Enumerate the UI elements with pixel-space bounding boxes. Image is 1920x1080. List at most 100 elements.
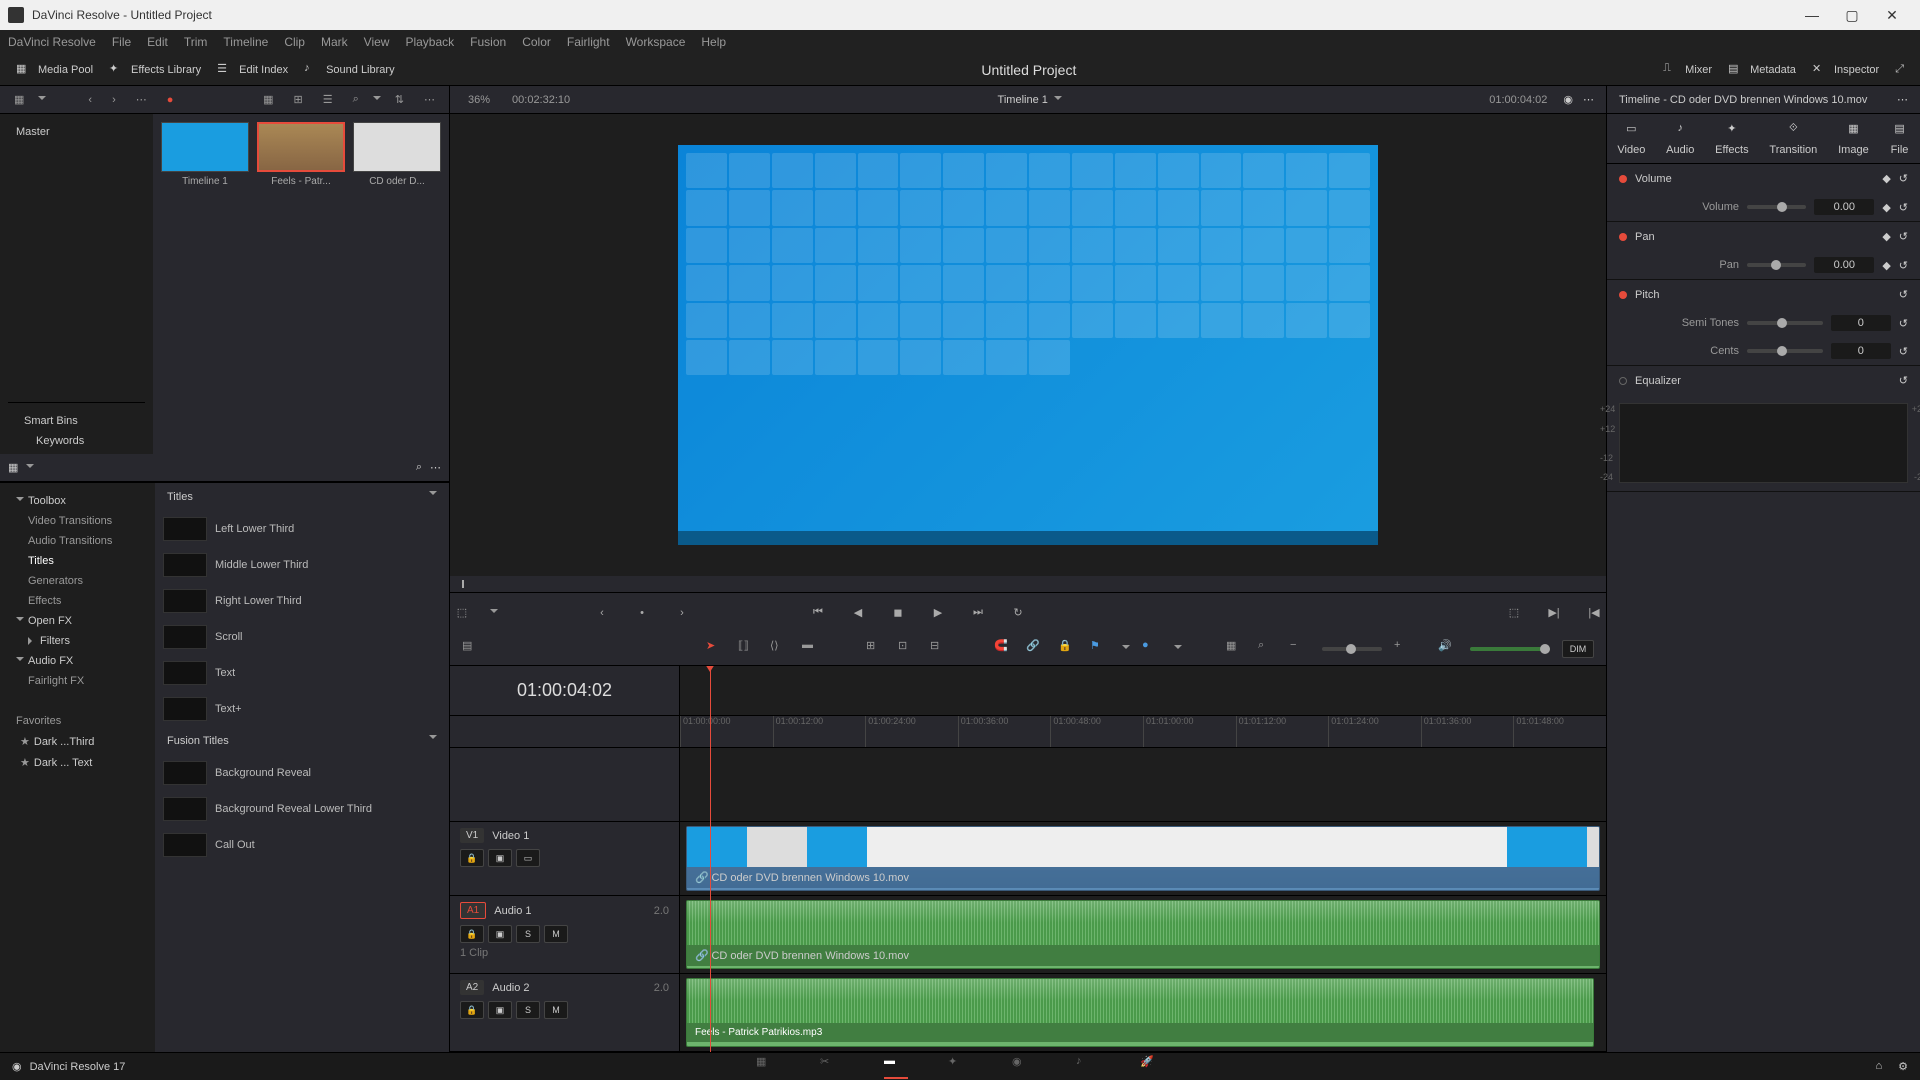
- title-item[interactable]: Background Reveal Lower Third: [155, 791, 449, 827]
- clip-item[interactable]: CD oder D...: [353, 122, 441, 187]
- inspector-toggle[interactable]: ✕Inspector: [1804, 58, 1887, 82]
- fx-filters[interactable]: Filters: [8, 631, 147, 651]
- timeline-view-icon[interactable]: ▤: [462, 639, 482, 659]
- bin-keywords[interactable]: Keywords: [16, 431, 137, 451]
- menu-trim[interactable]: Trim: [184, 35, 208, 49]
- chevron-down-icon[interactable]: [1054, 96, 1062, 104]
- audio-track-header[interactable]: A2Audio 22.0 🔒▣SM: [450, 974, 679, 1052]
- go-end-button[interactable]: ⏭: [966, 601, 990, 625]
- audio-clip[interactable]: 🔗 CD oder DVD brennen Windows 10.mov: [686, 900, 1600, 969]
- chevron-down-icon[interactable]: [490, 609, 498, 617]
- loop-button[interactable]: ↻: [1006, 601, 1030, 625]
- sort-icon[interactable]: ⇅: [389, 91, 410, 108]
- timeline-name[interactable]: Timeline 1: [998, 94, 1048, 106]
- title-item[interactable]: Right Lower Third: [155, 583, 449, 619]
- minimize-button[interactable]: —: [1792, 0, 1832, 30]
- fx-toolbox[interactable]: Toolbox: [8, 491, 147, 511]
- blade-tool[interactable]: ▬: [802, 639, 822, 659]
- insert-tool[interactable]: ⊞: [866, 639, 886, 659]
- lock-icon[interactable]: 🔒: [460, 849, 484, 867]
- marker-nav-icon[interactable]: •: [630, 601, 654, 625]
- search-icon[interactable]: ⌕: [1258, 639, 1278, 659]
- smart-bins-header[interactable]: Smart Bins: [16, 411, 137, 431]
- maximize-button[interactable]: ▢: [1832, 0, 1872, 30]
- program-viewer[interactable]: [450, 114, 1606, 576]
- menu-timeline[interactable]: Timeline: [223, 35, 268, 49]
- zoom-slider[interactable]: [1322, 647, 1382, 651]
- menu-clip[interactable]: Clip: [284, 35, 305, 49]
- inspector-tab-video[interactable]: ▭Video: [1617, 122, 1645, 156]
- reset-icon[interactable]: ↺: [1899, 317, 1908, 330]
- lock-icon[interactable]: 🔒: [460, 925, 484, 943]
- keyframe-icon[interactable]: ◆: [1882, 259, 1890, 272]
- flag-tool[interactable]: ⚑: [1090, 639, 1110, 659]
- chevron-down-icon[interactable]: [1122, 645, 1130, 653]
- reset-icon[interactable]: ↺: [1899, 230, 1908, 243]
- go-start-button[interactable]: ⏮: [806, 601, 830, 625]
- fx-effects[interactable]: Effects: [8, 591, 147, 611]
- panel-layout-icon[interactable]: ▦: [8, 461, 18, 474]
- mute-button[interactable]: M: [544, 925, 568, 943]
- prev-edit-icon[interactable]: ‹: [590, 601, 614, 625]
- prev-clip-icon[interactable]: |◀: [1582, 601, 1606, 625]
- nav-back[interactable]: ‹: [82, 92, 98, 108]
- options-icon[interactable]: ⋯: [418, 91, 441, 108]
- chevron-down-icon[interactable]: [38, 96, 46, 104]
- fx-audiofx[interactable]: Audio FX: [8, 651, 147, 671]
- replace-tool[interactable]: ⊟: [930, 639, 950, 659]
- dynamic-trim-tool[interactable]: ⟨⟩: [770, 639, 790, 659]
- viewer-zoom[interactable]: 36%: [462, 92, 496, 108]
- title-item[interactable]: Middle Lower Third: [155, 547, 449, 583]
- playhead[interactable]: [710, 666, 711, 1052]
- menu-playback[interactable]: Playback: [405, 35, 454, 49]
- zoom-in-icon[interactable]: +: [1394, 639, 1414, 659]
- cents-value[interactable]: 0: [1831, 343, 1891, 359]
- menu-file[interactable]: File: [112, 35, 131, 49]
- reset-icon[interactable]: ↺: [1899, 374, 1908, 387]
- keyframe-icon[interactable]: ◆: [1882, 230, 1890, 243]
- options-icon[interactable]: ⋯: [1897, 93, 1908, 106]
- play-button[interactable]: ▶: [926, 601, 950, 625]
- auto-select-icon[interactable]: ▣: [488, 1001, 512, 1019]
- menu-mark[interactable]: Mark: [321, 35, 348, 49]
- inspector-tab-image[interactable]: ▦Image: [1838, 122, 1869, 156]
- trim-tool[interactable]: ⟦⟧: [738, 639, 758, 659]
- volume-value[interactable]: 0.00: [1814, 199, 1874, 215]
- expand-button[interactable]: ⤢: [1887, 59, 1912, 80]
- timeline-ruler[interactable]: 01:00:00:00 01:00:12:00 01:00:24:00 01:0…: [680, 716, 1606, 748]
- mute-icon[interactable]: 🔊: [1438, 639, 1458, 659]
- link-toggle[interactable]: 🔗: [1026, 639, 1046, 659]
- auto-select-icon[interactable]: ▣: [488, 849, 512, 867]
- semitones-value[interactable]: 0: [1831, 315, 1891, 331]
- volume-section[interactable]: Volume◆↺: [1607, 164, 1920, 193]
- fx-openfx[interactable]: Open FX: [8, 611, 147, 631]
- semitones-slider[interactable]: [1747, 321, 1823, 325]
- reset-icon[interactable]: ↺: [1899, 259, 1908, 272]
- stop-button[interactable]: ◼: [886, 601, 910, 625]
- clip-item[interactable]: Timeline 1: [161, 122, 249, 187]
- fusion-titles-header[interactable]: Fusion Titles: [155, 727, 449, 755]
- menu-fusion[interactable]: Fusion: [470, 35, 506, 49]
- match-frame-icon[interactable]: ⬚: [1502, 601, 1526, 625]
- options-icon[interactable]: ⋯: [1583, 93, 1594, 106]
- keyframe-icon[interactable]: ◆: [1882, 172, 1890, 185]
- mute-button[interactable]: M: [544, 1001, 568, 1019]
- options-icon[interactable]: ⋯: [430, 461, 441, 474]
- solo-button[interactable]: S: [516, 925, 540, 943]
- pan-section[interactable]: Pan◆↺: [1607, 222, 1920, 251]
- chevron-down-icon[interactable]: [1174, 645, 1182, 653]
- fx-fairlight[interactable]: Fairlight FX: [8, 671, 147, 691]
- view-thumb-icon[interactable]: ▦: [257, 91, 279, 108]
- more-dots[interactable]: ⋯: [130, 91, 153, 108]
- solo-button[interactable]: S: [516, 1001, 540, 1019]
- video-clip[interactable]: 🔗 CD oder DVD brennen Windows 10.mov: [686, 826, 1600, 891]
- eq-graph[interactable]: +24 +12 -12 -24 +24 -24: [1619, 403, 1908, 483]
- title-item[interactable]: Left Lower Third: [155, 511, 449, 547]
- volume-slider[interactable]: [1747, 205, 1806, 209]
- cents-slider[interactable]: [1747, 349, 1823, 353]
- menu-app[interactable]: DaVinci Resolve: [8, 35, 96, 49]
- audio-clip[interactable]: Feels - Patrick Patrikios.mp3: [686, 978, 1594, 1047]
- pool-layout-icon[interactable]: ▦: [8, 91, 30, 108]
- mixer-toggle[interactable]: ⎍Mixer: [1655, 58, 1720, 82]
- fx-generators[interactable]: Generators: [8, 571, 147, 591]
